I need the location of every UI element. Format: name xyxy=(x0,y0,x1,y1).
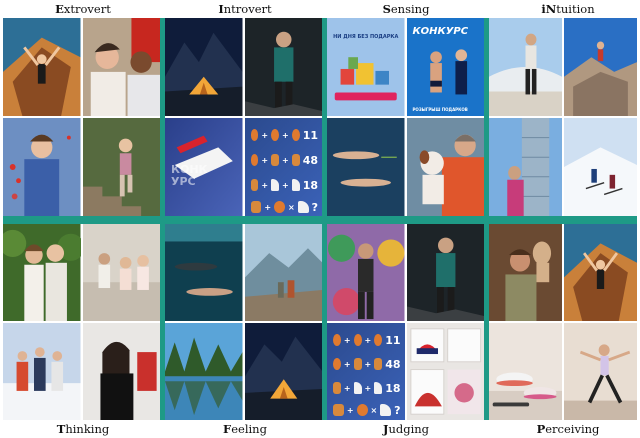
photo-hikers-valley xyxy=(244,224,322,321)
sneaker-icon xyxy=(297,201,309,213)
label-judging: Judging xyxy=(382,422,430,436)
photo-woman-boat-2 xyxy=(564,224,637,321)
photo-woman-boat xyxy=(3,18,81,116)
photo-man-rocks xyxy=(244,18,322,116)
photo-woman-moto xyxy=(82,323,160,420)
hat-icon xyxy=(274,201,286,213)
promo-konkurs-swimmers: КОНКУРС РОЗЫГРЫШ ПОДАРКОВ xyxy=(406,18,484,116)
photo-man-graffiti xyxy=(327,224,405,321)
hat-icon xyxy=(353,334,362,346)
photo-couple-plants xyxy=(3,224,81,321)
photo-woman-yoga xyxy=(564,323,637,420)
quad-thinking xyxy=(3,224,160,420)
puzzle-tile-introvert: + +11 + +48 + +18 + ×? xyxy=(244,118,322,216)
label-introvert: Introvert xyxy=(218,2,272,16)
photo-swimmers xyxy=(327,118,405,216)
boot-icon xyxy=(271,154,280,166)
puzzle-tile-judging: + +11 + +48 + +18 + ×? xyxy=(327,323,405,420)
label-feeling: Feeling xyxy=(223,422,267,436)
label-perceiving: Perceiving xyxy=(536,422,600,436)
photo-tent-night xyxy=(244,323,322,420)
konk-logo-text: КОНКУРС xyxy=(171,163,208,188)
quad-judging: + +11 + +48 + +18 + ×? xyxy=(327,224,484,420)
hat-icon xyxy=(356,404,368,416)
promo-gifts: НИ ДНЯ БЕЗ ПОДАРКА xyxy=(327,18,405,116)
konkurs-subtitle: РОЗЫГРЫШ ПОДАРКОВ xyxy=(412,107,468,112)
quad-feeling xyxy=(165,224,322,420)
photo-lake-reflection xyxy=(165,323,243,420)
photo-man-rocks-2 xyxy=(406,224,484,321)
boot-icon xyxy=(250,201,262,213)
photo-caps-display xyxy=(406,323,484,420)
label-intuition: iNtuition xyxy=(541,2,595,16)
konkurs-title: КОНКУРС xyxy=(412,26,469,37)
label-extrovert: Extrovert xyxy=(55,2,111,16)
photo-man-confetti xyxy=(3,118,81,216)
photo-friends-snow xyxy=(3,323,81,420)
hat-icon xyxy=(291,129,300,141)
quad-perceiving xyxy=(489,224,637,420)
sneaker-icon xyxy=(380,404,392,416)
quad-sensing: НИ ДНЯ БЕЗ ПОДАРКА КОНКУРС РОЗЫГРЫШ ПОДА… xyxy=(327,18,484,216)
photo-woman-stairs xyxy=(82,118,160,216)
promo-sneaker-konk: КОНКУРС xyxy=(165,118,243,216)
hat-icon xyxy=(271,129,280,141)
photo-climber-cliff xyxy=(564,18,637,116)
photo-divers xyxy=(165,224,243,321)
sneaker-icon xyxy=(353,382,362,394)
mbti-image-mosaic: КОНКУРС + +11 + +48 + +18 + ×? НИ ДНЯ БЕЗ ПО… xyxy=(3,18,637,420)
boot-icon xyxy=(353,358,362,370)
photo-tent-mountains xyxy=(165,18,243,116)
hat-icon xyxy=(333,358,341,370)
photo-man-dog-shoulder xyxy=(489,224,562,321)
hat-icon xyxy=(333,334,341,346)
quad-extrovert xyxy=(3,18,160,216)
gift-banner-text: НИ ДНЯ БЕЗ ПОДАРКА xyxy=(333,34,399,40)
photo-woman-skyscraper xyxy=(489,118,562,216)
hat-icon xyxy=(250,154,259,166)
boot-icon xyxy=(374,358,383,370)
quad-intuition xyxy=(489,18,637,216)
photo-friends-selfie xyxy=(82,18,160,116)
label-sensing: Sensing xyxy=(382,2,430,16)
photo-group-steps xyxy=(82,224,160,321)
photo-skiers xyxy=(564,118,637,216)
sneaker-icon xyxy=(291,179,300,191)
photo-man-stadium xyxy=(489,18,562,116)
sneaker-icon xyxy=(374,382,383,394)
label-thinking: Thinking xyxy=(56,422,110,436)
sneaker-icon xyxy=(271,179,280,191)
quad-introvert: КОНКУРС + +11 + +48 + +18 + ×? xyxy=(165,18,322,216)
boot-icon xyxy=(333,382,341,394)
hat-icon xyxy=(374,334,383,346)
hat-icon xyxy=(250,129,259,141)
photo-sneakers-skateboard xyxy=(489,323,562,420)
photo-man-dog xyxy=(406,118,484,216)
boot-icon xyxy=(250,179,259,191)
boot-icon xyxy=(291,154,300,166)
boot-icon xyxy=(333,404,344,416)
